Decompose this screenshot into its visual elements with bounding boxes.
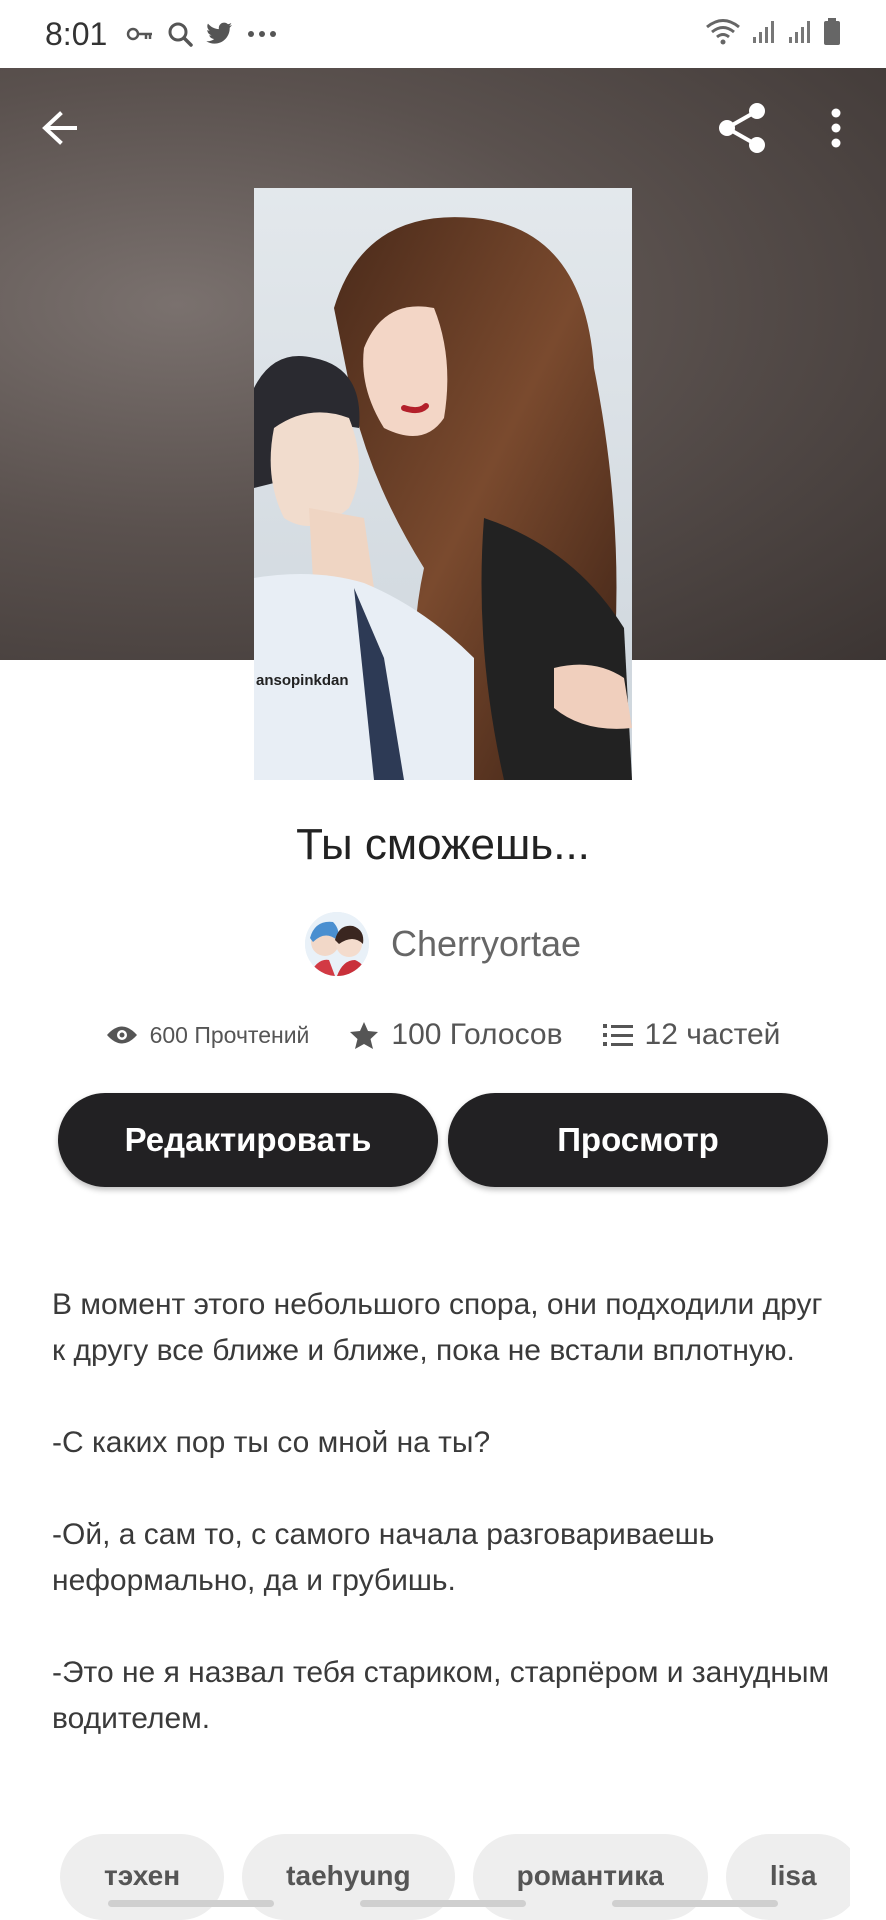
description-paragraph: В момент этого небольшого спора, они под…	[52, 1288, 823, 1367]
share-icon	[719, 103, 765, 153]
avatar[interactable]	[304, 912, 369, 976]
story-stats: 600 Прочтений 100 Голосов 12 частей	[0, 1018, 886, 1052]
book-cover[interactable]: ansopinkdan	[254, 188, 632, 780]
scroll-indicator	[360, 1900, 526, 1907]
wifi-icon	[705, 18, 741, 51]
back-button[interactable]	[30, 98, 90, 158]
top-bar	[0, 68, 886, 188]
description-paragraph: -С каких пор ты со мной на ты?	[52, 1426, 491, 1459]
share-button[interactable]	[712, 98, 772, 158]
action-buttons: Редактировать Просмотр	[58, 1093, 828, 1187]
more-dots-icon	[245, 19, 279, 49]
story-description: В момент этого небольшого спора, они под…	[52, 1282, 842, 1788]
cover-caption: ansopinkdan	[256, 672, 349, 689]
more-options-button[interactable]	[816, 98, 856, 158]
eye-icon	[106, 1026, 137, 1044]
list-icon	[602, 1024, 633, 1046]
description-paragraph: -Это не я назвал тебя стариком, старпёро…	[52, 1656, 830, 1735]
edit-button[interactable]: Редактировать	[58, 1093, 438, 1187]
votes-stat: 100 Голосов	[349, 1018, 563, 1052]
story-title: Ты сможешь...	[296, 820, 590, 869]
reads-count: 600 Прочтений	[149, 1021, 310, 1048]
cover-illustration	[254, 188, 632, 780]
scroll-indicators	[0, 1900, 886, 1908]
signal-icon	[751, 19, 777, 50]
reads-stat: 600 Прочтений	[106, 1021, 310, 1049]
twitter-icon	[205, 19, 235, 49]
status-icons-left	[125, 19, 279, 49]
status-icons-right	[705, 17, 841, 51]
battery-icon	[823, 17, 841, 51]
key-icon	[125, 19, 155, 49]
scroll-indicator	[108, 1900, 274, 1907]
preview-button[interactable]: Просмотр	[448, 1093, 828, 1187]
author-row[interactable]: Cherryortae	[0, 912, 886, 976]
more-vertical-icon	[831, 108, 841, 148]
search-icon	[165, 19, 195, 49]
arrow-left-icon	[42, 111, 77, 145]
scroll-indicator	[612, 1900, 778, 1907]
status-bar: 8:01	[0, 0, 886, 68]
parts-stat: 12 частей	[602, 1018, 781, 1052]
signal-icon	[787, 19, 813, 50]
star-icon	[350, 1022, 379, 1049]
description-paragraph: -Ой, а сам то, с самого начала разговари…	[52, 1518, 715, 1597]
votes-count: 100 Голосов	[391, 1018, 563, 1051]
author-name[interactable]: Cherryortae	[391, 923, 581, 965]
parts-count: 12 частей	[644, 1018, 781, 1051]
status-time: 8:01	[45, 15, 108, 52]
